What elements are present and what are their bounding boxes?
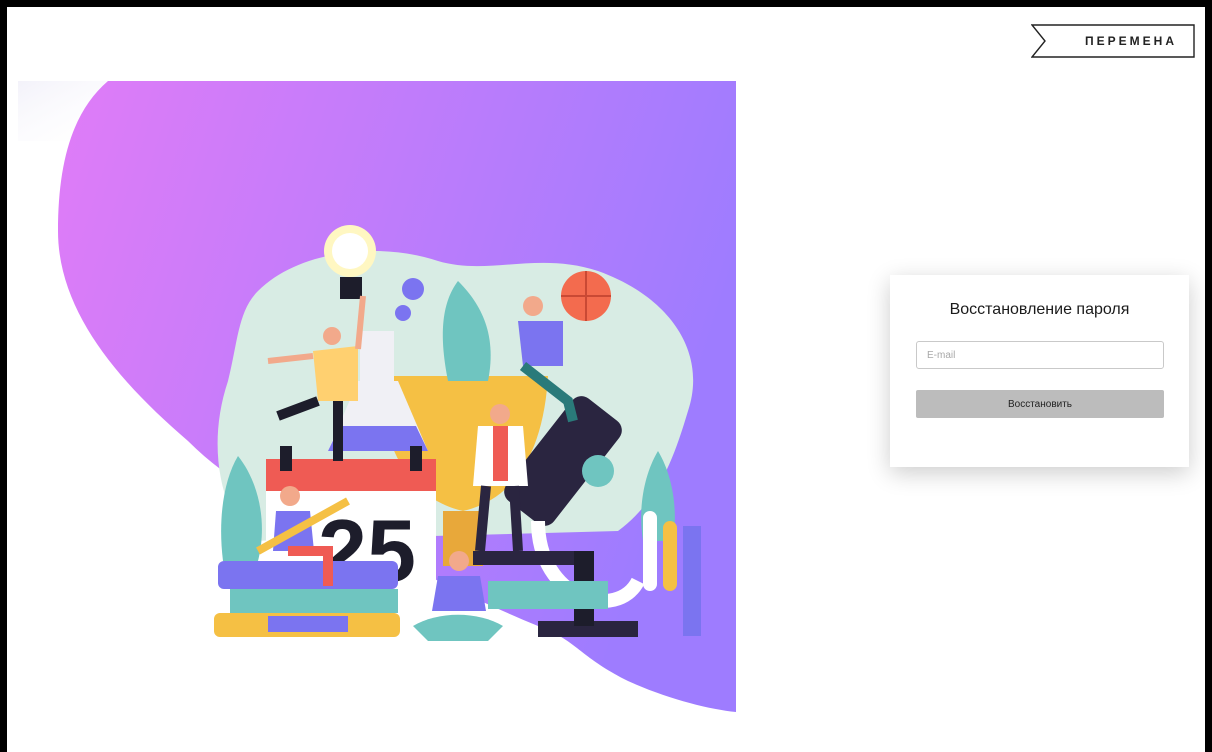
education-illustration-icon: 25: [18, 81, 736, 712]
page: ПЕРЕМЕНА 25 Восстановление пароля E-mail…: [7, 7, 1205, 752]
education-illustration: 25: [18, 81, 736, 712]
logo-text: ПЕРЕМЕНА: [1085, 34, 1177, 48]
brand-logo[interactable]: ПЕРЕМЕНА: [1031, 24, 1195, 58]
card-title: Восстановление пароля: [949, 301, 1130, 318]
email-input[interactable]: [916, 341, 1164, 369]
password-recovery-card: Восстановление пароля Восстановить: [890, 275, 1189, 467]
restore-button[interactable]: Восстановить: [916, 390, 1164, 418]
